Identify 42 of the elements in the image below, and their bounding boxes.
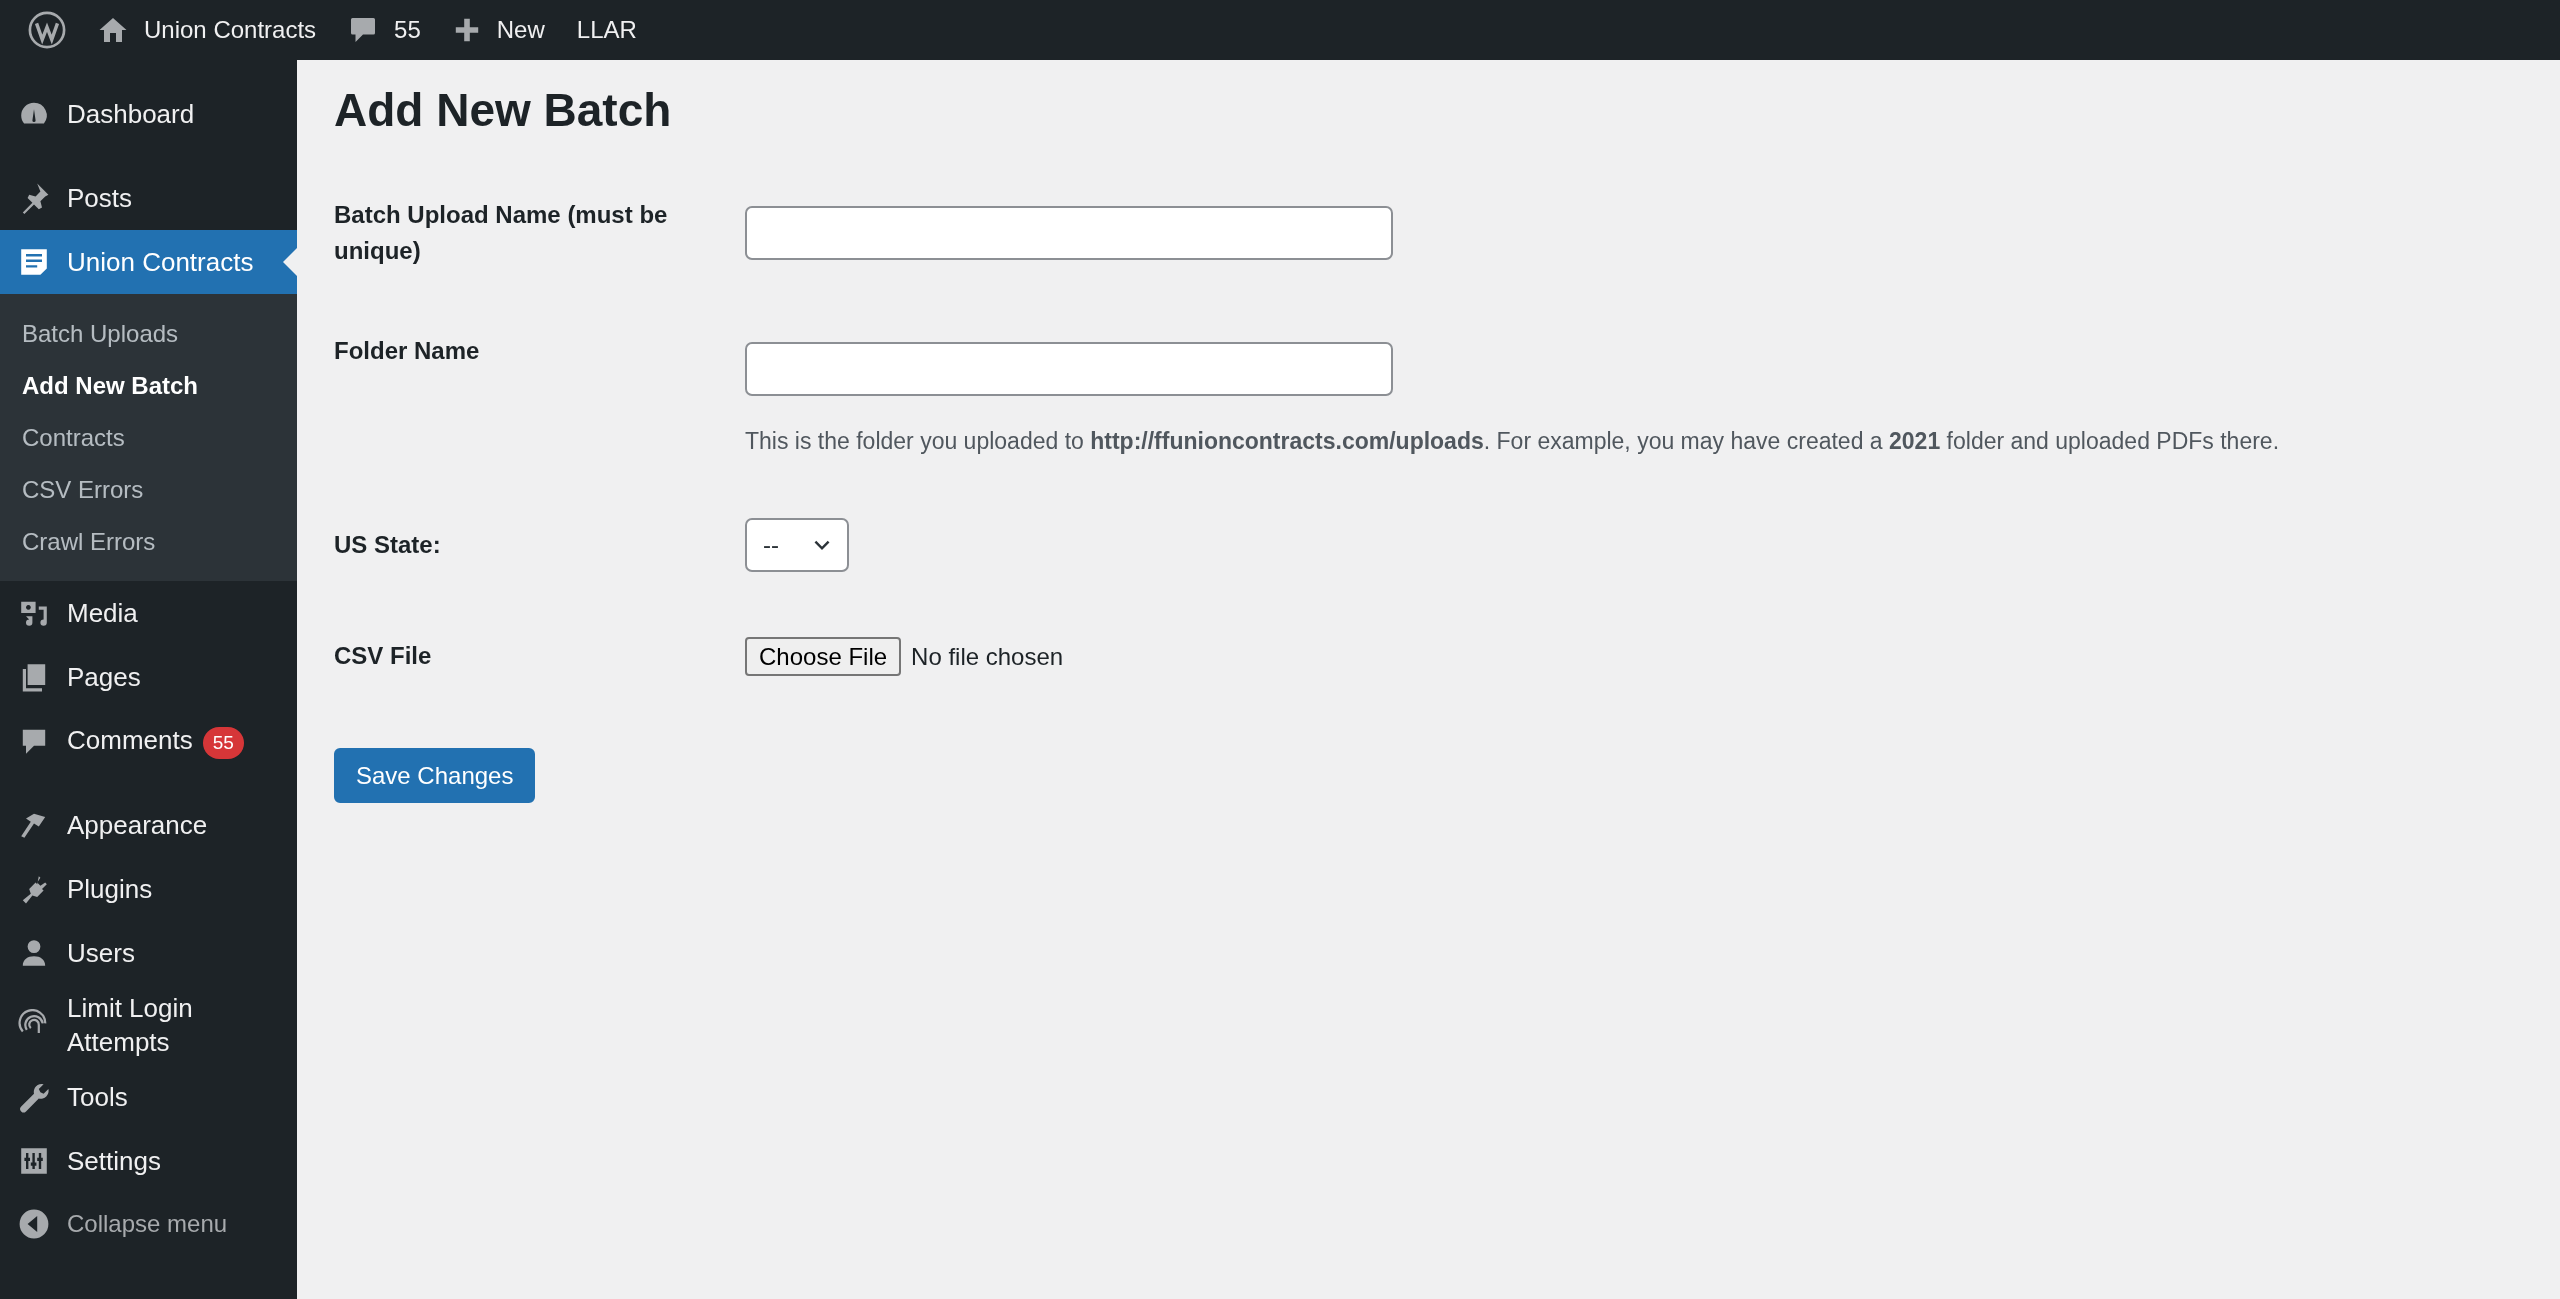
new-link[interactable]: New	[496, 16, 545, 44]
state-dropdown[interactable]: --	[745, 518, 849, 572]
site-name-link[interactable]: Union Contracts	[144, 16, 317, 44]
submenu-item[interactable]: CSV Errors	[0, 464, 297, 516]
submenu-item[interactable]: Batch Uploads	[0, 308, 297, 360]
field-label: US State:	[334, 531, 441, 558]
menu-item[interactable]: Settings	[0, 1129, 297, 1193]
submenu-item[interactable]: Crawl Errors	[0, 516, 297, 568]
field-label: Folder Name	[334, 337, 480, 364]
field-label: Batch Upload Name (must be unique)	[334, 201, 668, 264]
page-title: Add New Batch	[334, 83, 672, 138]
menu-item[interactable]: Comments 55	[0, 709, 297, 773]
menu-item[interactable]: Tools	[0, 1065, 297, 1129]
menu-item[interactable]: Appearance	[0, 793, 297, 857]
menu-item[interactable]: Limit Login Attempts	[0, 985, 297, 1065]
save-changes-button[interactable]: Save Changes	[334, 748, 536, 803]
collapse-menu-link[interactable]: Collapse menu	[67, 1210, 228, 1238]
menu-item[interactable]: Users	[0, 921, 297, 985]
comment-count[interactable]: 55	[394, 16, 421, 44]
menu-label: Comments	[67, 725, 193, 756]
choose-file-button[interactable]: Choose File	[745, 637, 902, 676]
wordpress-logo-icon[interactable]	[28, 11, 66, 49]
text-field[interactable]	[745, 206, 1393, 260]
menu-item[interactable]: Union Contracts	[0, 230, 297, 294]
collapse-icon[interactable]	[18, 1208, 50, 1240]
menu-item[interactable]: Pages	[0, 645, 297, 709]
file-status: No file chosen	[911, 642, 1064, 671]
menu-item[interactable]: Media	[0, 581, 297, 645]
menu-item[interactable]: Dashboard	[0, 82, 297, 146]
submenu-item[interactable]: Add New Batch	[0, 360, 297, 412]
field-description: This is the folder you uploaded to http://ffunioncontracts.com/uploads. For example, you may have created a 2021 folder and uploaded PDFs there.	[745, 427, 2280, 456]
menu-item[interactable]: Plugins	[0, 857, 297, 921]
menu-item[interactable]: Posts	[0, 166, 297, 230]
document-icon	[18, 246, 50, 278]
wrench-icon	[18, 1081, 50, 1113]
text-field[interactable]	[745, 342, 1393, 396]
field-label: CSV File	[334, 642, 432, 669]
submenu-item[interactable]: Contracts	[0, 412, 297, 464]
count-badge: 55	[202, 726, 244, 759]
plugin-menu-link[interactable]: LLAR	[576, 16, 637, 44]
home-icon	[98, 15, 128, 45]
sliders-icon	[18, 1145, 50, 1177]
